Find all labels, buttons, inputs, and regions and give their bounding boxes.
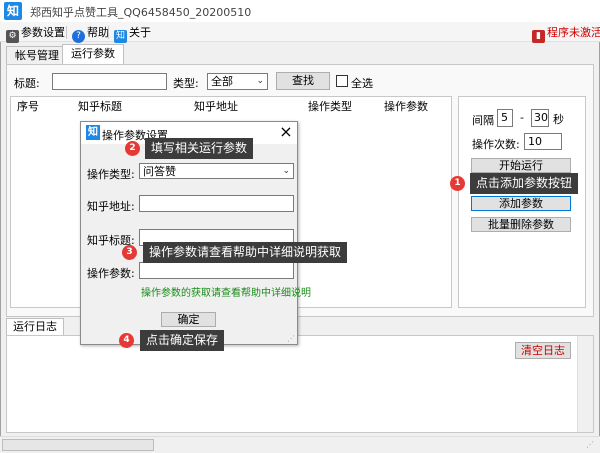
book-icon: ▮ (532, 30, 545, 43)
callout-1: 点击添加参数按钮 (470, 173, 579, 194)
callout-3-badge: 3 (122, 245, 137, 260)
menu-item-help[interactable]: ? 帮助 (72, 25, 109, 43)
status-bar: ⋰ (0, 436, 600, 453)
count-input[interactable]: 10 (524, 133, 562, 150)
callout-4: 点击确定保存 (140, 330, 225, 351)
activation-status[interactable]: ▮ 程序未激活 (532, 25, 600, 43)
callout-4-text: 点击确定保存 (146, 333, 219, 347)
chevron-down-icon: ⌄ (256, 76, 264, 86)
about-icon: 知 (114, 30, 127, 43)
log-scrollbar[interactable] (577, 336, 593, 432)
interval-dash: - (520, 111, 524, 124)
interval-min-input[interactable]: 5 (497, 109, 513, 127)
menu-separator (66, 26, 67, 39)
select-all-checkbox[interactable] (336, 75, 348, 87)
filter-title-input[interactable] (52, 73, 167, 90)
filter-type-select[interactable]: 全部 ⌄ (207, 73, 268, 90)
interval-max-input[interactable]: 30 (531, 109, 549, 127)
interval-label: 间隔 (472, 114, 494, 127)
filter-type-value: 全部 (211, 75, 233, 88)
column-header-index[interactable]: 序号 (17, 98, 39, 116)
close-icon[interactable]: × (277, 123, 295, 141)
tab-run-parameters[interactable]: 运行参数 (62, 44, 124, 65)
callout-4-badge: 4 (119, 333, 134, 348)
dialog-type-select[interactable]: 问答赞 ⌄ (139, 163, 294, 179)
resize-grip-icon[interactable]: ⋰ (586, 440, 596, 450)
add-parameter-button[interactable]: 添加参数 (471, 196, 571, 211)
app-logo-icon: 知 (4, 2, 22, 20)
callout-2: 填写相关运行参数 (145, 138, 254, 159)
tab-run-log-label: 运行日志 (13, 320, 57, 333)
count-label: 操作次数: (472, 138, 520, 151)
callout-2-badge: 2 (125, 141, 140, 156)
column-header-operation-type[interactable]: 操作类型 (308, 98, 352, 116)
menu-item-about-label: 关于 (129, 26, 151, 39)
callout-1-badge: 1 (450, 176, 465, 191)
clear-log-button[interactable]: 清空日志 (515, 342, 571, 359)
dialog-param-label: 操作参数: (87, 267, 135, 280)
run-log-panel: 清空日志 (6, 335, 594, 433)
batch-delete-button[interactable]: 批量删除参数 (471, 217, 571, 232)
callout-2-text: 填写相关运行参数 (151, 141, 248, 155)
run-controls-panel: 间隔 5 - 30 秒 操作次数: 10 开始运行 添加参数 批量删除参数 (458, 96, 586, 308)
dialog-logo-icon: 知 (86, 125, 100, 140)
callout-3-text: 操作参数请查看帮助中详细说明获取 (149, 245, 342, 259)
callout-1-text: 点击添加参数按钮 (476, 176, 573, 190)
tab-run-parameters-label: 运行参数 (71, 47, 115, 60)
dialog-param-input[interactable] (139, 262, 294, 279)
menu-bar: ⚙ 参数设置 ? 帮助 知关于 ▮ 程序未激活 (0, 22, 600, 43)
dialog-type-value: 问答赞 (143, 165, 176, 178)
help-icon: ? (72, 30, 85, 43)
chevron-down-icon: ⌄ (282, 166, 290, 176)
filter-type-label: 类型: (173, 77, 199, 90)
window-title: 郑西知乎点赞工具_QQ6458450_20200510 (30, 6, 252, 19)
menu-item-settings[interactable]: ⚙ 参数设置 (6, 25, 65, 43)
dialog-resize-grip-icon[interactable]: ⋰ (287, 334, 297, 344)
dialog-type-label: 操作类型: (87, 168, 135, 181)
ok-button[interactable]: 确定 (161, 312, 216, 327)
menu-item-help-label: 帮助 (87, 26, 109, 39)
callout-3: 操作参数请查看帮助中详细说明获取 (143, 242, 348, 263)
column-header-zhihu-title[interactable]: 知乎标题 (78, 98, 122, 116)
column-header-zhihu-url[interactable]: 知乎地址 (194, 98, 238, 116)
dialog-url-input[interactable] (139, 195, 294, 212)
tab-account-management-label: 帐号管理 (15, 49, 59, 62)
select-all-label: 全选 (351, 77, 373, 90)
dialog-hint: 操作参数的获取请查看帮助中详细说明 (141, 288, 311, 299)
menu-item-settings-label: 参数设置 (21, 26, 65, 39)
menu-separator (108, 26, 109, 39)
filter-title-label: 标题: (14, 77, 40, 90)
progress-bar (2, 439, 154, 451)
settings-icon: ⚙ (6, 30, 19, 43)
tab-account-management[interactable]: 帐号管理 (6, 46, 68, 65)
dialog-url-label: 知乎地址: (87, 200, 135, 213)
tab-run-log[interactable]: 运行日志 (6, 318, 64, 336)
start-button[interactable]: 开始运行 (471, 158, 571, 173)
column-header-operation-param[interactable]: 操作参数 (384, 98, 428, 116)
search-button[interactable]: 查找 (276, 72, 330, 90)
activation-status-label: 程序未激活 (547, 26, 600, 39)
title-bar: 知 郑西知乎点赞工具_QQ6458450_20200510 (0, 0, 600, 22)
interval-unit: 秒 (553, 113, 564, 126)
menu-item-about[interactable]: 知关于 (114, 25, 151, 43)
